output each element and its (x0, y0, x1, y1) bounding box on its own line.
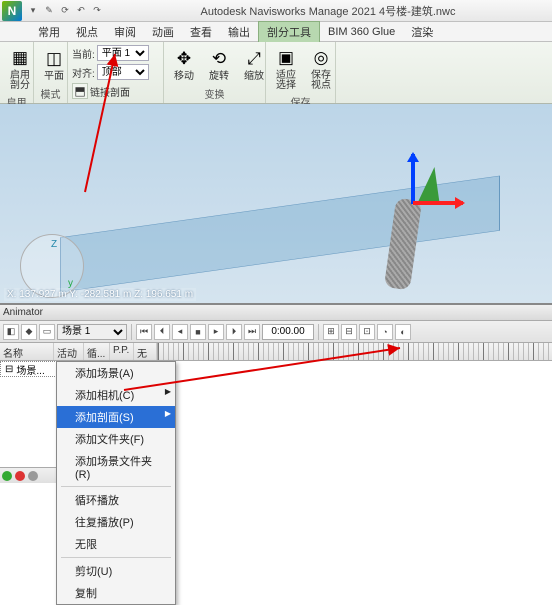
mi-cut[interactable]: 剪切(U) (57, 560, 175, 582)
mi-add-scene[interactable]: 添加场景(A) (57, 362, 175, 384)
animator-titlebar: Animator (0, 305, 552, 321)
fit-selection-button[interactable]: ▣适应 选择 (270, 44, 302, 93)
tab-view[interactable]: 查看 (182, 22, 220, 42)
mi-add-section[interactable]: 添加剖面(S) (57, 406, 175, 428)
tab-sectioning-tools[interactable]: 剖分工具 (258, 21, 320, 42)
context-menu: 添加场景(A) 添加相机(C) 添加剖面(S) 添加文件夹(F) 添加场景文件夹… (56, 361, 176, 605)
axis-z-label: Z (51, 239, 57, 250)
col-infinite: 无限 (134, 343, 157, 360)
tab-home[interactable]: 常用 (30, 22, 68, 42)
group-label-mode: 模式 (38, 85, 63, 101)
play-back-icon[interactable]: ◂ (172, 324, 188, 340)
tab-viewpoint[interactable]: 视点 (68, 22, 106, 42)
gizmo-z-axis[interactable] (411, 154, 415, 204)
animator-panel: Animator ◧ ◆ ▭ 场景 1 ⏮ ⏴ ◂ ■ ▸ ⏵ ⏭ ⊞ ⊟ ⊡ … (0, 304, 552, 483)
scene-row-label: 场景... (16, 362, 44, 377)
anim-opt1-icon[interactable]: ⊞ (323, 324, 339, 340)
ribbon: ▦ 启用 剖分 启用 ◫ 平面 模式 当前: 平面 1 对齐: 顶部 ⬒ (0, 42, 552, 104)
scale-icon: ⤢ (242, 47, 266, 71)
timeline[interactable] (158, 343, 552, 483)
animator-toolbar: ◧ ◆ ▭ 场景 1 ⏮ ⏴ ◂ ■ ▸ ⏵ ⏭ ⊞ ⊟ ⊡ ◔ ◐ (0, 321, 552, 343)
tab-render[interactable]: 渲染 (403, 22, 441, 42)
anim-opt5-icon[interactable]: ◐ (395, 324, 411, 340)
rotate-button[interactable]: ⟲旋转 (203, 45, 235, 84)
camera-icon: ◎ (309, 46, 333, 70)
goto-start-icon[interactable]: ⏮ (136, 324, 152, 340)
app-icon[interactable]: N (2, 1, 22, 21)
gizmo-plane-handle[interactable] (412, 167, 439, 203)
mi-copy[interactable]: 复制 (57, 582, 175, 604)
ribbon-tabs: 常用 视点 审阅 动画 查看 输出 剖分工具 BIM 360 Glue 渲染 (0, 22, 552, 42)
qat-new-icon[interactable]: ▾ (26, 4, 40, 18)
gizmo-x-axis[interactable] (413, 201, 463, 205)
goto-end-icon[interactable]: ⏭ (244, 324, 260, 340)
mi-add-scene-folder[interactable]: 添加场景文件夹(R) (57, 450, 175, 484)
col-loop: 循... (84, 343, 110, 360)
time-input[interactable] (262, 324, 314, 340)
move-button[interactable]: ✥移动 (168, 45, 200, 84)
expand-icon[interactable]: ⊟ (5, 364, 13, 375)
status-grey-icon[interactable] (28, 471, 38, 481)
col-active: 活动 (54, 343, 84, 360)
group-label-transform: 变换 (168, 85, 261, 101)
viewport-3d[interactable]: Z y X: 137.927 m Y: -282.581 m Z: 196.65… (0, 104, 552, 304)
status-red-icon[interactable] (15, 471, 25, 481)
qat-save-icon[interactable]: ⟳ (58, 4, 72, 18)
mi-add-folder[interactable]: 添加文件夹(F) (57, 428, 175, 450)
qat-undo-icon[interactable]: ↶ (74, 4, 88, 18)
qat-open-icon[interactable]: ✎ (42, 4, 56, 18)
rotate-icon: ⟲ (207, 47, 231, 71)
link-section-label[interactable]: 链接剖面 (90, 84, 130, 99)
timeline-ruler[interactable] (158, 343, 552, 361)
anim-opt4-icon[interactable]: ◔ (377, 324, 393, 340)
tab-bim360[interactable]: BIM 360 Glue (320, 24, 403, 40)
window-title: Autodesk Navisworks Manage 2021 4号楼-建筑.n… (104, 3, 552, 19)
anim-add-icon[interactable]: ◧ (3, 324, 19, 340)
step-back-icon[interactable]: ⏴ (154, 324, 170, 340)
tab-review[interactable]: 审阅 (106, 22, 144, 42)
mi-infinite[interactable]: 无限 (57, 533, 175, 555)
coordinate-readout: X: 137.927 m Y: -282.581 m Z: 196.651 m (4, 288, 196, 301)
align-label: 对齐: (72, 65, 95, 80)
plane-mode-button[interactable]: ◫ 平面 (38, 45, 70, 84)
current-plane-select[interactable]: 平面 1 (97, 45, 149, 61)
step-fwd-icon[interactable]: ⏵ (226, 324, 242, 340)
save-viewpoint-button[interactable]: ◎保存 视点 (305, 44, 337, 93)
plane-icon: ◫ (42, 47, 66, 71)
current-plane-label: 当前: (72, 46, 95, 61)
col-name: 名称 (0, 343, 54, 360)
mi-sep2 (61, 557, 171, 558)
section-enable-icon: ▦ (8, 46, 32, 70)
tab-animation[interactable]: 动画 (144, 22, 182, 42)
fit-icon: ▣ (274, 46, 298, 70)
anim-opt2-icon[interactable]: ⊟ (341, 324, 357, 340)
anim-key-icon[interactable]: ◆ (21, 324, 37, 340)
scene-tree[interactable]: 名称 活动 循... P.P. 无限 ⊟ 场景... 添加场景(A) 添加相机(… (0, 343, 158, 483)
play-icon[interactable]: ▸ (208, 324, 224, 340)
move-icon: ✥ (172, 47, 196, 71)
anim-opt3-icon[interactable]: ⊡ (359, 324, 375, 340)
col-pp: P.P. (110, 343, 134, 360)
qat-redo-icon[interactable]: ↷ (90, 4, 104, 18)
status-green-icon[interactable] (2, 471, 12, 481)
enable-sectioning-button[interactable]: ▦ 启用 剖分 (4, 44, 36, 93)
mi-loop[interactable]: 循环播放 (57, 489, 175, 511)
anim-del-icon[interactable]: ▭ (39, 324, 55, 340)
align-select[interactable]: 顶部 (97, 64, 149, 80)
mi-sep1 (61, 486, 171, 487)
mi-pingpong[interactable]: 往复播放(P) (57, 511, 175, 533)
tab-output[interactable]: 输出 (220, 22, 258, 42)
stop-icon[interactable]: ■ (190, 324, 206, 340)
scene-select[interactable]: 场景 1 (57, 324, 127, 340)
mi-add-camera[interactable]: 添加相机(C) (57, 384, 175, 406)
link-section-icon[interactable]: ⬒ (72, 83, 88, 99)
